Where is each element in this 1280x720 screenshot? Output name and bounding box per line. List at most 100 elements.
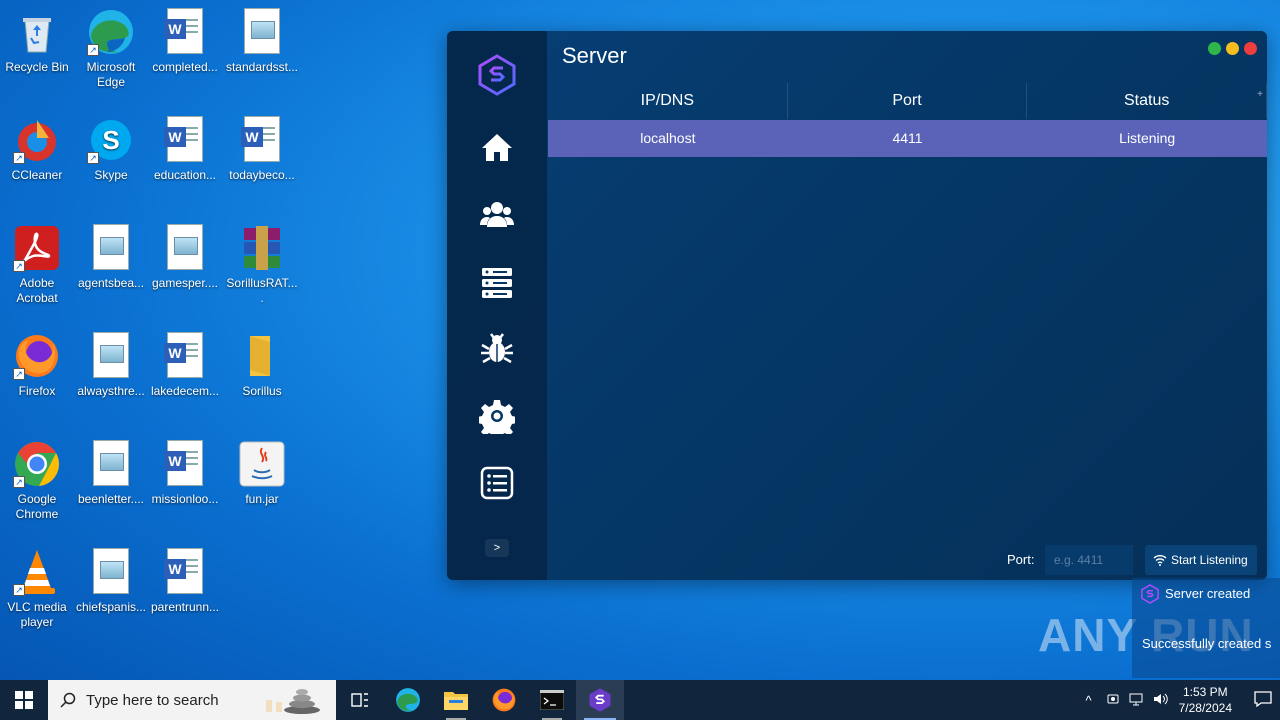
desktop-icon-firefox[interactable]: ↗ Firefox — [0, 332, 74, 399]
desktop-icon-standardsst[interactable]: standardsst... — [225, 8, 299, 75]
task-view-icon — [351, 693, 368, 707]
desktop-icon-label: Google Chrome — [15, 492, 59, 521]
image-file-icon — [87, 224, 135, 272]
image-file-icon — [161, 224, 209, 272]
desktop-icon-parentrunn[interactable]: W parentrunn... — [148, 548, 222, 615]
column-header-port[interactable]: Port — [788, 83, 1028, 119]
taskbar-firefox[interactable] — [480, 680, 528, 720]
taskbar-sorillus[interactable] — [576, 680, 624, 720]
nav-home-button[interactable] — [479, 130, 515, 166]
nav-builder-button[interactable] — [479, 331, 515, 367]
maximize-button[interactable] — [1208, 42, 1221, 55]
terminal-icon — [540, 690, 564, 710]
desktop-icon-label: Adobe Acrobat — [16, 276, 58, 305]
desktop-icon-beenletter[interactable]: beenletter.... — [74, 440, 148, 507]
desktop-icon-sorillus-folder[interactable]: Sorillus — [225, 332, 299, 399]
column-header-status[interactable]: Status — [1027, 83, 1267, 119]
desktop-icon-todaybeco[interactable]: W todaybeco... — [225, 116, 299, 183]
desktop-icon-vlc[interactable]: ↗ VLC media player — [0, 548, 74, 630]
meet-now-icon[interactable] — [1101, 692, 1125, 709]
desktop-icon-adobe-acrobat[interactable]: ↗ Adobe Acrobat — [0, 224, 74, 306]
desktop-icon-label: Sorillus — [242, 384, 282, 398]
taskbar-edge[interactable] — [384, 680, 432, 720]
edge-icon: ↗ — [87, 8, 135, 56]
server-icon — [482, 268, 512, 298]
page-title: Server — [562, 43, 627, 68]
task-view-button[interactable] — [336, 680, 384, 720]
desktop-icon-label: alwaysthre... — [77, 384, 145, 398]
desktop-icon-label: education... — [153, 168, 217, 182]
minimize-button[interactable] — [1226, 42, 1239, 55]
desktop-icon-label: missionloo... — [151, 492, 219, 506]
server-table-header: IP/DNS Port Status + — [548, 83, 1267, 119]
desktop-icon-gamesper[interactable]: gamesper.... — [148, 224, 222, 291]
firefox-icon: ↗ — [13, 332, 61, 380]
notification-toast[interactable]: Server created Successfully created s — [1132, 578, 1280, 678]
desktop-icon-recycle-bin[interactable]: Recycle Bin — [0, 8, 74, 75]
desktop-icon-microsoft-edge[interactable]: ↗ Microsoft Edge — [74, 8, 148, 90]
desktop-icon-google-chrome[interactable]: ↗ Google Chrome — [0, 440, 74, 522]
chevron-up-icon[interactable]: ^ — [1077, 693, 1101, 708]
taskbar-search-box[interactable]: Type here to search — [48, 680, 336, 720]
nav-logs-button[interactable] — [479, 465, 515, 501]
close-button[interactable] — [1244, 42, 1257, 55]
desktop-icon-label: SorillusRAT.... — [226, 276, 298, 305]
clock-time: 1:53 PM — [1182, 685, 1228, 699]
gear-icon — [477, 400, 517, 440]
desktop-icon-education[interactable]: W education... — [148, 116, 222, 183]
toast-title: Server created — [1165, 586, 1251, 601]
desktop-icon-label: VLC media player — [7, 600, 67, 629]
add-column-button[interactable]: + — [1257, 89, 1263, 100]
volume-icon[interactable] — [1149, 692, 1173, 709]
notification-icon — [1254, 690, 1272, 707]
word-doc-icon: W — [161, 548, 209, 596]
desktop-icon-missionloo[interactable]: W missionloo... — [148, 440, 222, 507]
desktop-icon-alwaysthre[interactable]: alwaysthre... — [74, 332, 148, 399]
notification-center-button[interactable] — [1246, 690, 1280, 710]
users-icon — [480, 202, 514, 227]
sorillus-server-window: > Server IP/DNS Port Status + localhost … — [447, 31, 1267, 580]
desktop-icon-lakedecem[interactable]: W lakedecem... — [148, 332, 222, 399]
word-doc-icon: W — [161, 440, 209, 488]
desktop-icon-label: standardsst... — [225, 60, 299, 74]
word-doc-icon: W — [161, 8, 209, 56]
start-listening-button[interactable]: Start Listening — [1145, 545, 1257, 575]
start-listening-label: Start Listening — [1171, 553, 1248, 567]
desktop-icon-completed[interactable]: W completed... — [148, 8, 222, 75]
cell-port: 4411 — [892, 130, 923, 146]
nav-settings-button[interactable] — [477, 398, 517, 440]
search-placeholder: Type here to search — [86, 691, 219, 709]
column-header-ip[interactable]: IP/DNS — [548, 83, 788, 119]
firefox-icon — [492, 688, 516, 712]
home-icon — [482, 134, 512, 161]
nav-clients-button[interactable] — [479, 197, 515, 233]
chrome-icon: ↗ — [13, 440, 61, 488]
desktop-icon-skype[interactable]: S ↗ Skype — [74, 116, 148, 183]
cell-status: Listening — [1119, 130, 1176, 146]
nav-server-button[interactable] — [479, 265, 515, 301]
window-controls — [1203, 42, 1257, 60]
desktop-icon-agentsbea[interactable]: agentsbea... — [74, 224, 148, 291]
sidebar-expand-button[interactable]: > — [485, 539, 509, 557]
desktop-icon-label: CCleaner — [11, 168, 63, 182]
word-doc-icon: W — [161, 116, 209, 164]
system-clock[interactable]: 1:53 PM 7/28/2024 — [1179, 684, 1232, 716]
system-tray: ^ 1:53 PM 7/28/2024 — [1077, 680, 1280, 720]
network-icon[interactable] — [1125, 692, 1149, 709]
search-highlight-stones-icon — [266, 689, 320, 714]
table-row[interactable]: localhost 4411 Listening — [548, 120, 1267, 157]
desktop-icon-label: agentsbea... — [77, 276, 145, 290]
desktop-icon-ccleaner[interactable]: ↗ CCleaner — [0, 116, 74, 183]
desktop-icon-label: gamesper.... — [151, 276, 219, 290]
taskbar-file-explorer[interactable] — [432, 680, 480, 720]
svg-text:S: S — [102, 125, 119, 155]
port-input[interactable] — [1045, 545, 1133, 575]
desktop-icon-sorillusrat[interactable]: SorillusRAT.... — [225, 224, 299, 306]
taskbar-terminal[interactable] — [528, 680, 576, 720]
bug-icon — [481, 333, 513, 364]
start-button[interactable] — [0, 680, 48, 720]
ccleaner-icon: ↗ — [13, 116, 61, 164]
folder-icon — [444, 692, 468, 710]
desktop-icon-fun-jar[interactable]: fun.jar — [225, 440, 299, 507]
desktop-icon-chiefspanis[interactable]: chiefspanis... — [74, 548, 148, 615]
